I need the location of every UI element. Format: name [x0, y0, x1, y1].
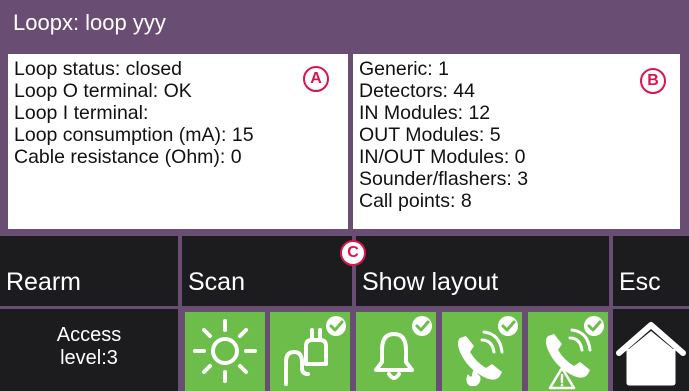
loop-consumption-line: Loop consumption (mA): 15: [14, 124, 254, 146]
device-count-panel: Generic: 1 Detectors: 44 IN Modules: 12 …: [353, 54, 680, 229]
marker-b: B: [640, 68, 666, 94]
in-out-modules-count-line: IN/OUT Modules: 0: [359, 146, 526, 168]
in-modules-count-line: IN Modules: 12: [359, 102, 491, 124]
sounder-tile[interactable]: [356, 312, 436, 391]
loop-status-panel: Loop status: closed Loop O terminal: OK …: [8, 54, 348, 229]
sounder-flashers-count-line: Sounder/flashers: 3: [359, 168, 529, 190]
access-level-value: level:3: [60, 347, 118, 369]
out-modules-count-line: OUT Modules: 5: [359, 124, 501, 146]
cable-resistance-line: Cable resistance (Ohm): 0: [14, 146, 242, 168]
status-bar: Access level:3: [0, 309, 689, 391]
access-level[interactable]: Access level:3: [0, 309, 178, 391]
marker-a: A: [303, 66, 329, 92]
detectors-count-line: Detectors: 44: [359, 80, 475, 102]
generic-count-line: Generic: 1: [359, 58, 449, 80]
power-tile[interactable]: [270, 312, 350, 391]
phone-fire-check-icon: [458, 316, 518, 386]
access-label: Access: [56, 324, 122, 346]
fire-call-tile[interactable]: [442, 312, 522, 391]
scan-button[interactable]: Scan: [182, 236, 352, 306]
home-button[interactable]: [613, 309, 689, 391]
home-icon: [616, 322, 686, 386]
phone-warning-check-icon: [546, 316, 604, 390]
power-plug-check-icon: [284, 316, 346, 386]
bell-check-icon: [374, 316, 432, 380]
rearm-button[interactable]: Rearm: [0, 236, 178, 306]
esc-button[interactable]: Esc: [613, 236, 689, 306]
loop-o-terminal-line: Loop O terminal: OK: [14, 80, 192, 102]
sun-icon: [193, 319, 257, 383]
call-points-count-line: Call points: 8: [359, 190, 472, 212]
warning-call-tile[interactable]: [528, 312, 608, 391]
loop-status-line: Loop status: closed: [14, 58, 183, 80]
window-title: Loopx: loop yyy: [0, 0, 689, 45]
show-layout-button[interactable]: Show layout: [356, 236, 609, 306]
marker-c: C: [340, 240, 366, 266]
sun-tile[interactable]: [185, 312, 265, 391]
loop-i-terminal-line: Loop I terminal:: [14, 102, 149, 124]
